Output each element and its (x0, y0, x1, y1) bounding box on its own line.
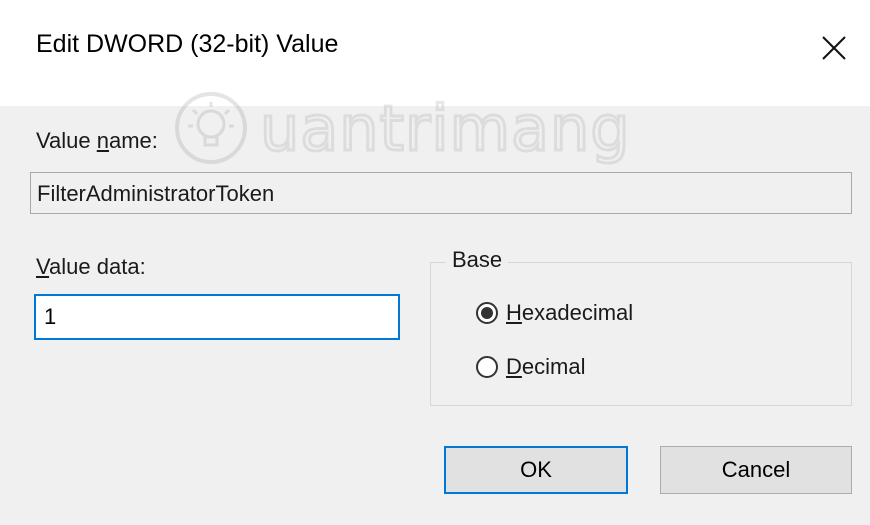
value-data-label: Value data: (36, 254, 146, 279)
ok-button[interactable]: OK (444, 446, 628, 494)
title-bar: Edit DWORD (32-bit) Value (0, 0, 870, 106)
close-button[interactable] (804, 18, 864, 78)
cancel-button[interactable]: Cancel (660, 446, 852, 494)
radio-unselected-icon (476, 356, 498, 378)
decimal-radio[interactable]: Decimal (476, 354, 585, 380)
hexadecimal-radio[interactable]: Hexadecimal (476, 300, 633, 326)
base-groupbox (430, 262, 852, 406)
value-name-label: Value name: (36, 128, 158, 153)
edit-dword-dialog: Edit DWORD (32-bit) Value uantrimang Val… (0, 0, 870, 525)
close-icon (822, 36, 846, 60)
radio-selected-icon (476, 302, 498, 324)
base-legend: Base (446, 247, 509, 273)
value-name-field: FilterAdministratorToken (30, 172, 852, 214)
decimal-label: Decimal (506, 354, 586, 379)
dialog-title: Edit DWORD (32-bit) Value (36, 30, 339, 58)
value-data-input[interactable] (34, 294, 400, 340)
hexadecimal-label: Hexadecimal (506, 300, 634, 325)
